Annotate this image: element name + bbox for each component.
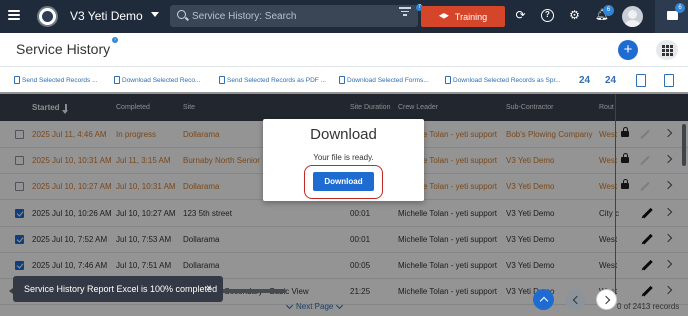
- toast-message: Service History Report Excel is 100% com…: [24, 284, 218, 294]
- gear-icon[interactable]: ⚙: [568, 9, 581, 22]
- top-bar: V3 Yeti Demo 7 Training ⟳ ? ⚙ 🔔︎ 6 6: [0, 0, 688, 33]
- help-icon[interactable]: ?: [541, 9, 554, 22]
- page-title: Service History: [16, 41, 111, 57]
- spreadsheet-icon: [445, 76, 451, 84]
- search-icon: [177, 10, 186, 19]
- send-icon: [14, 76, 20, 84]
- avatar[interactable]: [622, 6, 643, 27]
- tool-label: Download Selected Records as Spr...: [453, 76, 561, 84]
- 24h-forward-icon[interactable]: 24: [579, 75, 590, 86]
- grid-view-button[interactable]: [656, 40, 678, 60]
- filter-icon[interactable]: [399, 7, 411, 17]
- download-selected-forms-button[interactable]: Download Selected Forms...: [339, 76, 429, 84]
- menu-icon[interactable]: [8, 10, 20, 20]
- tool-label: Download Selected Reco...: [122, 76, 201, 84]
- company-logo[interactable]: [37, 6, 58, 27]
- graduation-cap-icon: [438, 13, 449, 19]
- refresh-icon[interactable]: ⟳: [514, 9, 527, 22]
- training-button[interactable]: Training: [421, 6, 505, 27]
- tool-label: Send Selected Records as PDF ...: [227, 76, 326, 84]
- dialog-title: Download: [310, 126, 377, 143]
- download-icon: [114, 76, 120, 84]
- form-download-icon: [339, 76, 345, 84]
- training-label: Training: [454, 11, 488, 22]
- chat-icon: [667, 11, 678, 20]
- 24h-back-icon[interactable]: 24: [605, 75, 616, 86]
- app-title[interactable]: V3 Yeti Demo: [70, 9, 143, 23]
- search-box[interactable]: [170, 5, 418, 27]
- chat-badge: 6: [675, 3, 685, 13]
- next-page-button[interactable]: [596, 289, 617, 310]
- bulk-action-toolbar: Send Selected Records ... Download Selec…: [0, 66, 688, 92]
- tool-label: Send Selected Records ...: [22, 76, 98, 84]
- chevron-down-icon[interactable]: [151, 12, 159, 17]
- search-input[interactable]: [192, 8, 392, 24]
- download-selected-spreadsheet-button[interactable]: Download Selected Records as Spr...: [445, 76, 561, 84]
- download-button[interactable]: Download: [313, 172, 374, 191]
- add-button[interactable]: +: [618, 40, 638, 60]
- dialog-message: Your file is ready.: [313, 153, 374, 162]
- help-badge[interactable]: ?: [112, 37, 118, 43]
- previous-page-button[interactable]: [565, 289, 586, 310]
- send-selected-pdf-button[interactable]: Send Selected Records as PDF ...: [219, 76, 326, 84]
- tool-label: Download Selected Forms...: [347, 76, 429, 84]
- send-selected-records-button[interactable]: Send Selected Records ...: [14, 76, 98, 84]
- notification-badge: 6: [603, 5, 614, 16]
- download-selected-records-button[interactable]: Download Selected Reco...: [114, 76, 200, 84]
- close-icon[interactable]: ×: [206, 283, 212, 294]
- toast-notification: Service History Report Excel is 100% com…: [13, 276, 223, 302]
- scroll-top-button[interactable]: [533, 289, 554, 310]
- pdf-icon[interactable]: [636, 74, 646, 87]
- pdf-send-icon: [219, 76, 225, 84]
- columns-icon[interactable]: [664, 74, 674, 87]
